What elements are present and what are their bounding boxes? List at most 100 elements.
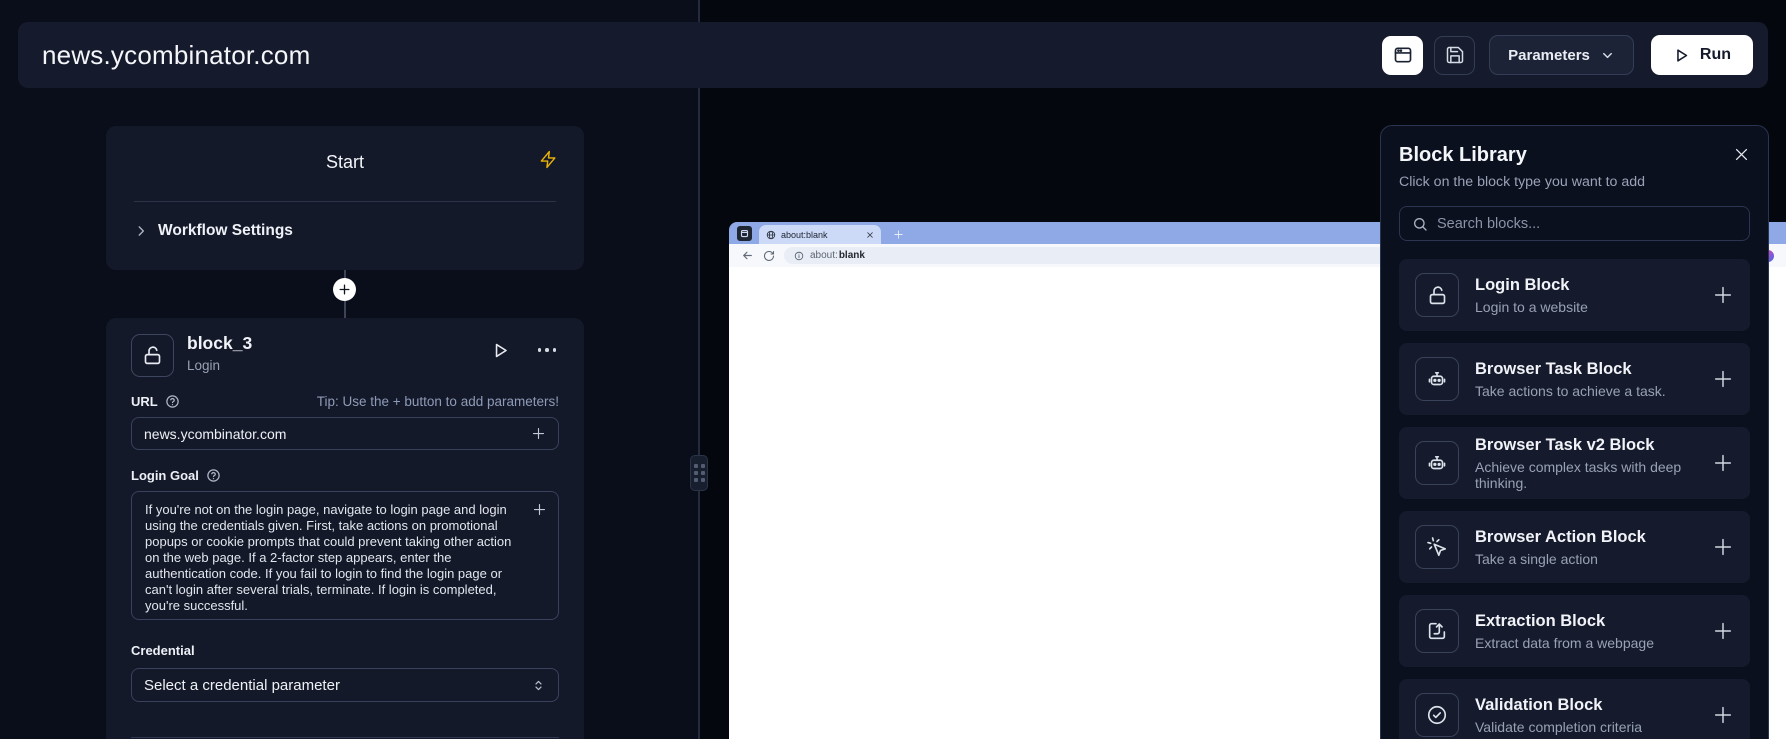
robot-icon — [1415, 357, 1459, 401]
login-goal-label: Login Goal — [131, 468, 199, 483]
url-input[interactable] — [144, 426, 531, 442]
globe-icon — [766, 230, 776, 240]
refresh-icon[interactable] — [763, 250, 775, 262]
block-item-title: Browser Task v2 Block — [1475, 436, 1712, 455]
workflow-settings-toggle[interactable]: Workflow Settings — [134, 222, 293, 240]
save-icon — [1445, 45, 1465, 65]
credential-field-row: Credential — [131, 643, 559, 658]
panel-resize-divider[interactable] — [698, 0, 700, 739]
divider — [131, 737, 559, 738]
login-block-card[interactable]: block_3 Login URL Tip: Use the + button … — [106, 318, 584, 739]
parameters-label: Parameters — [1508, 47, 1590, 64]
login-goal-textarea[interactable]: If you're not on the login page, navigat… — [131, 491, 559, 620]
workflow-settings-label: Workflow Settings — [158, 222, 293, 240]
block-item-description: Login to a website — [1475, 299, 1588, 315]
lightning-bolt-icon — [539, 150, 558, 169]
browser-tab[interactable]: about:blank — [759, 225, 881, 244]
block-item-title: Browser Task Block — [1475, 360, 1666, 379]
block-item-title: Validation Block — [1475, 696, 1642, 715]
add-block-plus-icon[interactable] — [1712, 452, 1734, 474]
list-item-validation-block[interactable]: Validation Block Validate completion cri… — [1399, 679, 1750, 739]
block-item-description: Take a single action — [1475, 551, 1646, 567]
credential-select[interactable]: Select a credential parameter — [131, 668, 559, 702]
page-title: news.ycombinator.com — [42, 40, 310, 71]
help-circle-icon[interactable] — [165, 394, 180, 409]
block-library-subtitle: Click on the block type you want to add — [1399, 174, 1750, 190]
plus-icon — [338, 283, 351, 296]
chevron-right-icon — [134, 224, 148, 238]
browser-view-button[interactable] — [1382, 36, 1423, 75]
extract-icon — [1415, 609, 1459, 653]
search-input[interactable] — [1437, 216, 1737, 232]
credential-select-value: Select a credential parameter — [144, 677, 340, 694]
check-circle-icon — [1415, 693, 1459, 737]
lock-icon — [1415, 273, 1459, 317]
new-tab-button[interactable] — [893, 229, 904, 240]
chevron-down-icon — [1600, 48, 1615, 63]
info-icon[interactable] — [794, 251, 804, 261]
block-library-panel: Block Library Click on the block type yo… — [1380, 125, 1769, 739]
block-list: Login Block Login to a website — [1399, 259, 1750, 739]
lock-open-icon — [142, 345, 163, 366]
cursor-click-icon — [1415, 525, 1459, 569]
back-icon[interactable] — [741, 249, 754, 262]
robot-icon — [1415, 441, 1459, 485]
list-item-extraction-block[interactable]: Extraction Block Extract data from a web… — [1399, 595, 1750, 667]
block-item-title: Extraction Block — [1475, 612, 1654, 631]
add-block-plus-icon[interactable] — [1712, 536, 1734, 558]
login-goal-field-row: Login Goal — [131, 468, 559, 483]
list-item-browser-action-block[interactable]: Browser Action Block Take a single actio… — [1399, 511, 1750, 583]
block-item-title: Browser Action Block — [1475, 528, 1646, 547]
address-scheme: about: — [810, 250, 838, 261]
add-block-plus-icon[interactable] — [1712, 284, 1734, 306]
tab-search-icon[interactable] — [737, 226, 752, 241]
url-label: URL — [131, 394, 158, 409]
list-item-browser-task-block[interactable]: Browser Task Block Take actions to achie… — [1399, 343, 1750, 415]
play-icon — [1673, 47, 1690, 64]
chevrons-up-down-icon — [531, 678, 546, 693]
parameters-button[interactable]: Parameters — [1489, 35, 1634, 75]
block-library-title: Block Library — [1399, 144, 1527, 167]
run-label: Run — [1700, 46, 1731, 64]
add-parameter-plus-icon[interactable] — [531, 426, 546, 441]
header: news.ycombinator.com — [18, 22, 1768, 88]
search-icon — [1412, 216, 1428, 232]
add-block-plus-icon[interactable] — [1712, 368, 1734, 390]
address-host: blank — [839, 250, 865, 261]
header-actions: Parameters Run — [1382, 35, 1753, 75]
add-block-plus-icon[interactable] — [1712, 620, 1734, 642]
save-button[interactable] — [1434, 36, 1475, 75]
block-library-header: Block Library — [1399, 144, 1750, 167]
resize-grip-handle[interactable] — [690, 455, 708, 491]
tab-title: about:blank — [781, 230, 861, 240]
add-block-button[interactable] — [333, 278, 356, 301]
block-item-description: Extract data from a webpage — [1475, 635, 1654, 651]
parameters-tip-text: Tip: Use the + button to add parameters! — [317, 394, 559, 409]
block-item-description: Validate completion criteria — [1475, 719, 1642, 735]
url-field-row: URL Tip: Use the + button to add paramet… — [131, 394, 559, 409]
block-item-title: Login Block — [1475, 276, 1588, 295]
close-tab-icon[interactable] — [866, 231, 874, 239]
app-window: news.ycombinator.com — [0, 0, 1786, 739]
list-item-login-block[interactable]: Login Block Login to a website — [1399, 259, 1750, 331]
block-name: block_3 — [187, 333, 252, 354]
panel-top-icon — [1393, 45, 1413, 65]
add-parameter-plus-icon[interactable] — [532, 502, 547, 517]
url-input-box — [131, 417, 559, 450]
start-block-card[interactable]: Start Workflow Settings — [106, 126, 584, 270]
run-button[interactable]: Run — [1651, 35, 1753, 75]
block-type-icon-box — [131, 334, 174, 377]
credential-label: Credential — [131, 643, 195, 658]
block-more-options-button[interactable] — [538, 348, 557, 352]
block-type-label: Login — [187, 358, 220, 373]
help-circle-icon[interactable] — [206, 468, 221, 483]
divider — [134, 201, 556, 202]
close-panel-button[interactable] — [1733, 146, 1750, 163]
block-item-description: Take actions to achieve a task. — [1475, 383, 1666, 399]
block-item-description: Achieve complex tasks with deep thinking… — [1475, 459, 1712, 491]
run-block-button[interactable] — [491, 341, 510, 360]
start-block-title: Start — [106, 152, 584, 173]
list-item-browser-task-v2-block[interactable]: Browser Task v2 Block Achieve complex ta… — [1399, 427, 1750, 499]
search-box — [1399, 206, 1750, 241]
add-block-plus-icon[interactable] — [1712, 704, 1734, 726]
